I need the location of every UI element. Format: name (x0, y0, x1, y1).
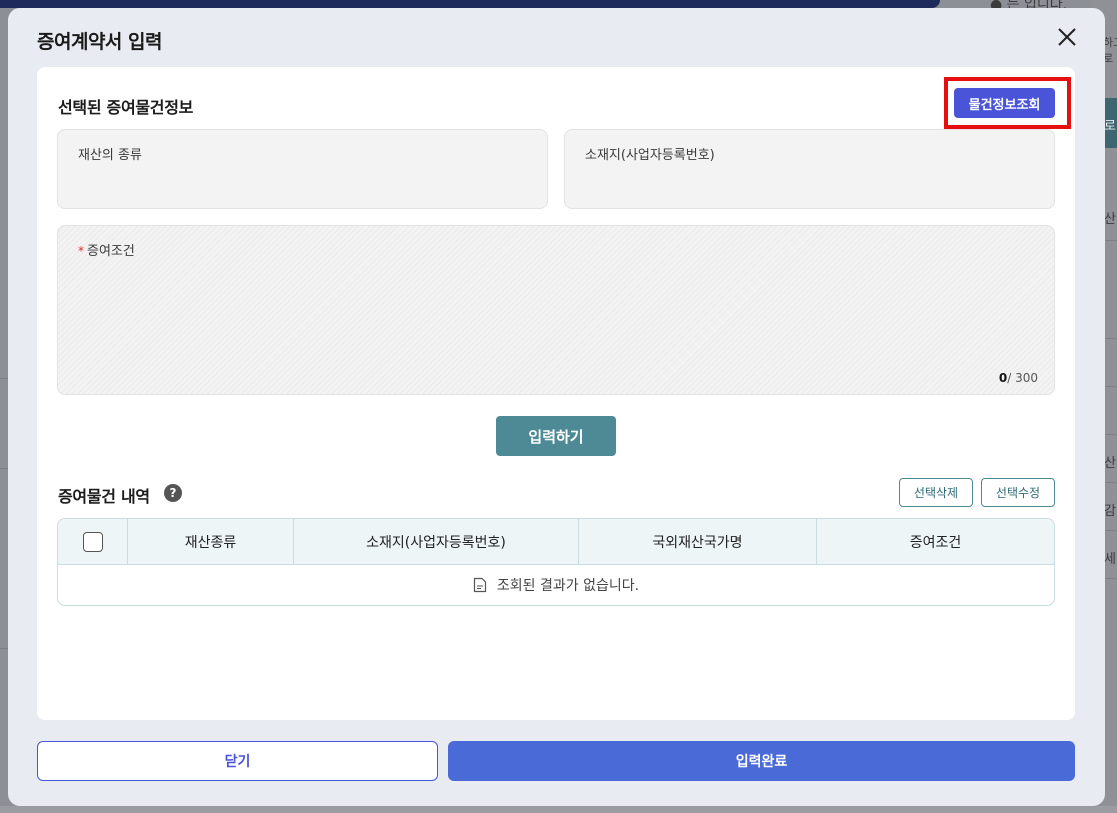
background-bottom (0, 806, 1117, 813)
gift-items-table: 재산종류 소재지(사업자등록번호) 국외재산국가명 증여조건 조회된 결과가 없… (57, 518, 1055, 606)
background-divider (0, 378, 8, 379)
empty-message: 조회된 결과가 없습니다. (496, 578, 640, 594)
background-text: 로 (1104, 119, 1116, 134)
gift-items-section-title: 증여물건 내역 (58, 487, 150, 506)
modal-title: 증여계약서 입력 (37, 31, 162, 53)
location-label: 소재지(사업자등록번호) (585, 148, 715, 163)
table-header: 재산종류 소재지(사업자등록번호) 국외재산국가명 증여조건 (58, 519, 1054, 565)
gift-condition-textarea[interactable]: * 증여조건 0/ 300 (57, 225, 1055, 395)
column-header: 증여조건 (909, 534, 962, 551)
background-divider (0, 648, 8, 649)
modal-content-card: 선택된 증여물건정보 물건정보조회 재산의 종류 소재지(사업자등록번호) * 증… (37, 67, 1075, 720)
background-text: 산 (1104, 212, 1116, 227)
column-header: 소재지(사업자등록번호) (294, 519, 579, 564)
lookup-highlight-box: 물건정보조회 (944, 77, 1071, 129)
column-header: 재산종류 (128, 519, 294, 564)
background-text: 하고 (1103, 36, 1117, 49)
location-field[interactable]: 소재지(사업자등록번호) (564, 129, 1055, 209)
counter-max: / 300 (1007, 371, 1038, 385)
close-icon (1058, 28, 1076, 46)
document-icon (473, 577, 487, 593)
gift-condition-label-group: * 증여조건 (78, 240, 135, 259)
background-text: 감 (1104, 504, 1116, 519)
help-icon[interactable]: ? (164, 484, 182, 502)
input-button[interactable]: 입력하기 (496, 416, 616, 456)
character-counter: 0/ 300 (999, 371, 1038, 385)
gift-contract-modal: 증여계약서 입력 선택된 증여물건정보 물건정보조회 재산의 종류 소재지(사업… (8, 8, 1105, 806)
column-header: 국외재산국가명 (579, 519, 817, 564)
background-text: 세 (1104, 552, 1116, 567)
required-mark: * (78, 244, 84, 258)
property-lookup-button[interactable]: 물건정보조회 (954, 88, 1055, 118)
selected-property-section-title: 선택된 증여물건정보 (58, 98, 194, 117)
delete-selected-button[interactable]: 선택삭제 (899, 478, 973, 507)
background-text: 산 (1104, 456, 1116, 471)
property-type-field[interactable]: 재산의 종류 (57, 129, 548, 209)
modal-close-button[interactable] (1054, 24, 1080, 50)
background-divider (0, 468, 8, 469)
select-all-checkbox[interactable] (82, 531, 103, 552)
background-top-bar (0, 0, 940, 8)
select-all-cell (58, 519, 128, 564)
gift-condition-label: 증여조건 (87, 244, 135, 259)
edit-selected-button[interactable]: 선택수정 (981, 478, 1055, 507)
counter-current: 0 (998, 371, 1008, 385)
close-button[interactable]: 닫기 (37, 741, 438, 781)
complete-button[interactable]: 입력완료 (448, 741, 1075, 781)
property-type-label: 재산의 종류 (78, 148, 142, 163)
empty-table-row: 조회된 결과가 없습니다. (58, 565, 1054, 605)
